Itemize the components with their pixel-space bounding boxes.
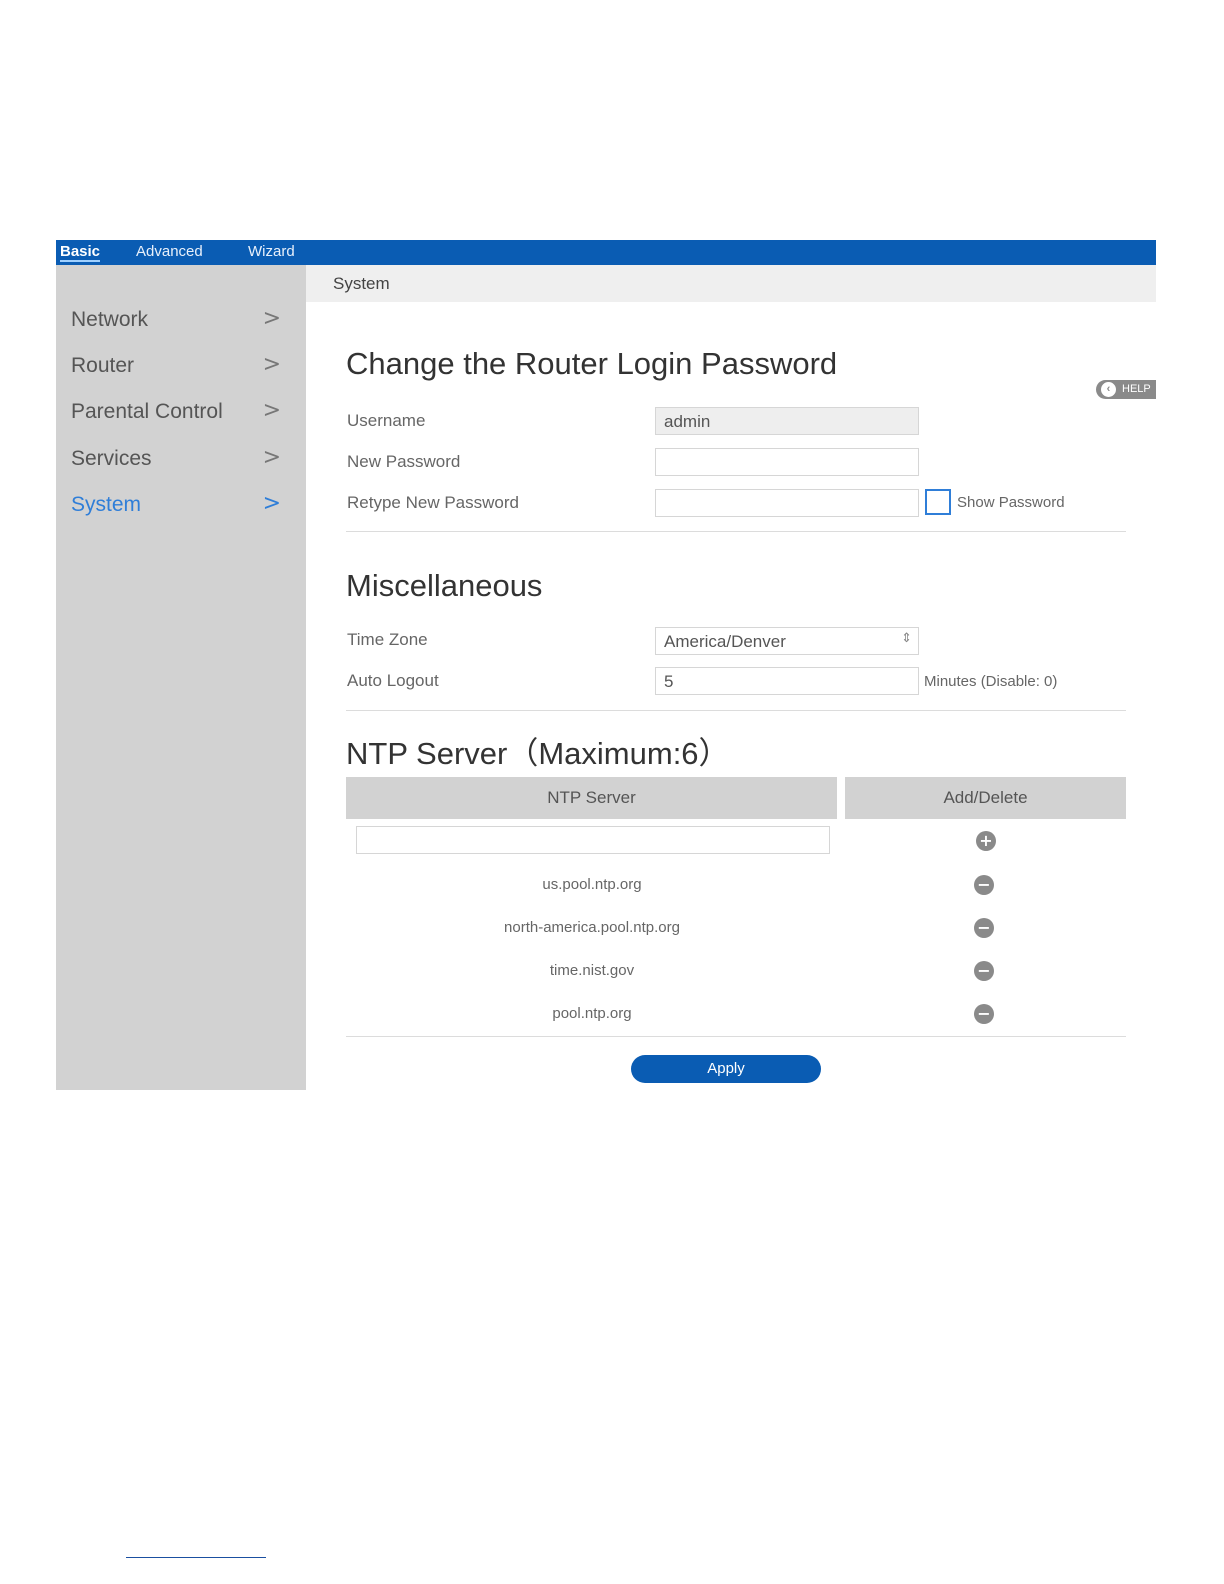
ntp-server-input[interactable] [356, 826, 830, 854]
top-nav-bar: Basic Advanced Wizard [56, 240, 1156, 265]
sidebar-item-label: Services [71, 447, 152, 470]
router-admin-window: Basic Advanced Wizard Network > Router >… [56, 240, 1156, 1090]
select-arrows-icon: ⇕ [901, 631, 912, 646]
ntp-server-value: pool.ntp.org [552, 1005, 632, 1022]
divider [346, 710, 1126, 711]
sidebar: Network > Router > Parental Control > Se… [56, 265, 306, 1090]
sidebar-item-label: Parental Control [71, 400, 223, 423]
sidebar-item-system[interactable]: System > [71, 491, 281, 521]
footer-link-underline [126, 1557, 266, 1558]
ntp-server-value: time.nist.gov [549, 962, 635, 979]
sidebar-item-network[interactable]: Network > [71, 306, 281, 336]
table-row: time.nist.gov − [346, 956, 1126, 986]
remove-icon[interactable]: − [974, 918, 994, 938]
chevron-right-icon: > [262, 491, 281, 516]
ntp-server-column-header: NTP Server [346, 777, 837, 819]
username-label: Username [347, 411, 426, 430]
table-row: us.pool.ntp.org − [346, 870, 1126, 900]
remove-icon[interactable]: − [974, 875, 994, 895]
misc-section-title: Miscellaneous [346, 568, 543, 603]
tab-advanced[interactable]: Advanced [136, 243, 203, 260]
sidebar-item-label: Router [71, 354, 135, 377]
ntp-server-value: us.pool.ntp.org [542, 876, 642, 893]
divider [346, 1036, 1126, 1037]
sidebar-item-label: Network [71, 308, 149, 331]
sidebar-item-parental-control[interactable]: Parental Control > [71, 398, 281, 428]
password-section-title: Change the Router Login Password [346, 346, 838, 381]
ntp-server-value: north-america.pool.ntp.org [504, 919, 680, 936]
apply-button[interactable]: Apply [631, 1055, 821, 1083]
auto-logout-label: Auto Logout [347, 671, 439, 690]
retype-password-label: Retype New Password [347, 493, 519, 512]
breadcrumb-label: System [333, 274, 390, 293]
table-row: pool.ntp.org − [346, 999, 1126, 1029]
auto-logout-field[interactable]: 5 [655, 667, 919, 695]
sidebar-item-label: System [71, 493, 142, 516]
sidebar-item-router[interactable]: Router > [71, 352, 281, 382]
add-delete-column-header: Add/Delete [845, 777, 1126, 819]
timezone-value: America/Denver [664, 632, 786, 651]
new-password-field[interactable] [655, 448, 919, 476]
remove-icon[interactable]: − [974, 1004, 994, 1024]
chevron-right-icon: > [262, 306, 281, 331]
sidebar-item-services[interactable]: Services > [71, 445, 281, 475]
remove-icon[interactable]: − [974, 961, 994, 981]
ntp-input-row: + [346, 826, 1126, 856]
help-label: HELP [1122, 383, 1151, 395]
retype-password-field[interactable] [655, 489, 919, 517]
divider [346, 531, 1126, 532]
chevron-right-icon: > [262, 352, 281, 377]
show-password-label: Show Password [957, 494, 1065, 511]
ntp-section-title: NTP Server（Maximum:6） [346, 736, 730, 771]
username-field: admin [655, 407, 919, 435]
new-password-label: New Password [347, 452, 461, 471]
table-row: north-america.pool.ntp.org − [346, 913, 1126, 943]
timezone-label: Time Zone [347, 630, 428, 649]
add-icon[interactable]: + [976, 831, 996, 851]
chevron-right-icon: > [262, 445, 281, 470]
auto-logout-note: Minutes (Disable: 0) [924, 673, 1058, 690]
tab-basic[interactable]: Basic [60, 243, 101, 262]
chevron-left-icon: ‹ [1101, 382, 1116, 397]
breadcrumb: System [306, 265, 1156, 302]
chevron-right-icon: > [262, 398, 281, 423]
timezone-select[interactable]: America/Denver ⇕ [655, 627, 919, 655]
tab-wizard[interactable]: Wizard [248, 243, 295, 260]
show-password-checkbox[interactable] [925, 489, 951, 515]
help-button[interactable]: ‹ HELP [1096, 380, 1156, 399]
